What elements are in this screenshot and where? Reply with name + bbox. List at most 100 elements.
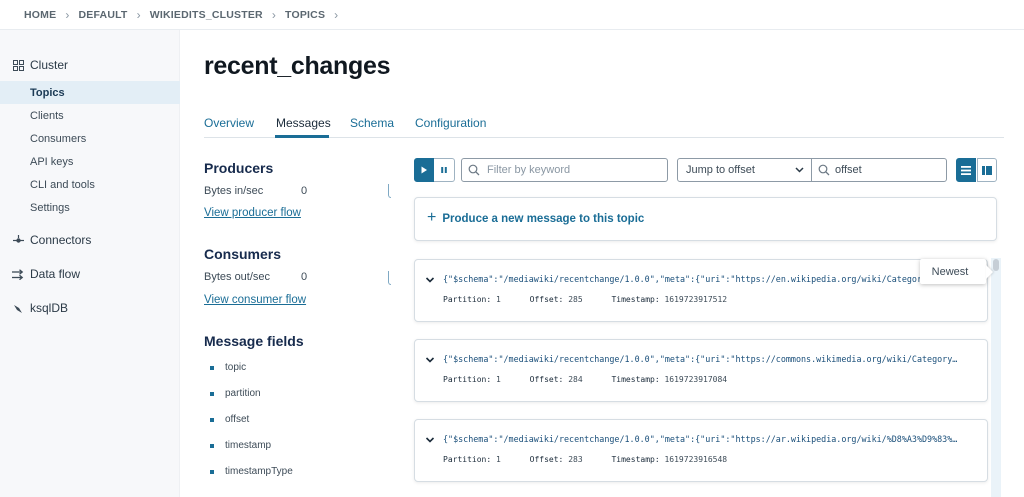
offset-label: Offset:: [529, 295, 564, 304]
play-button[interactable]: [414, 158, 434, 182]
grid-icon: [12, 59, 24, 71]
message-fields-heading: Message fields: [204, 333, 304, 349]
sidebar-item-clients[interactable]: Clients: [0, 104, 180, 127]
offset-value: 285: [568, 295, 583, 304]
timestamp-value: 1619723917084: [664, 375, 728, 384]
filter-input[interactable]: Filter by keyword: [461, 158, 668, 182]
field-label: timestamp: [225, 440, 272, 451]
field-label: offset: [225, 414, 250, 425]
partition-label: Partition:: [443, 375, 492, 384]
message-meta: Partition: 1 Offset: 285 Timestamp: 1619…: [443, 295, 727, 304]
sidebar-section-dataflow[interactable]: Data flow: [0, 264, 180, 284]
bullet-icon: [210, 469, 214, 474]
jump-select[interactable]: Jump to offset: [677, 158, 789, 182]
partition-value: 1: [496, 295, 501, 304]
view-consumer-flow-link[interactable]: View consumer flow: [204, 294, 306, 306]
page-title: recent_changes: [204, 52, 391, 80]
chevron-down-icon[interactable]: [425, 435, 435, 445]
breadcrumb-default[interactable]: DEFAULT: [79, 9, 128, 21]
sidebar-section-cluster[interactable]: Cluster: [0, 55, 180, 75]
bullet-icon: [210, 443, 214, 448]
offset-value: offset: [835, 164, 862, 176]
search-icon: [468, 164, 480, 176]
sidebar-item-topics[interactable]: Topics: [0, 81, 180, 104]
card-view-icon: [982, 165, 992, 175]
field-label: topic: [225, 362, 247, 373]
sidebar-section-label: ksqlDB: [30, 301, 69, 315]
breadcrumb: HOME › DEFAULT › WIKIEDITS_CLUSTER › TOP…: [0, 0, 1024, 30]
bytes-in-label: Bytes in/sec: [204, 185, 264, 197]
sidebar: Cluster Topics Clients Consumers API key…: [0, 30, 180, 497]
list-view-button[interactable]: [956, 158, 976, 182]
bytes-in-value: 0: [301, 185, 308, 197]
view-producer-flow-link[interactable]: View producer flow: [204, 207, 301, 219]
produce-message-label: Produce a new message to this topic: [442, 213, 645, 225]
connectors-icon: [12, 234, 24, 246]
chevron-down-icon[interactable]: [425, 355, 435, 365]
partition-value: 1: [496, 455, 501, 464]
bullet-icon: [210, 417, 214, 422]
play-icon: [421, 166, 427, 174]
offset-value: 283: [568, 455, 583, 464]
plus-icon: +: [427, 209, 437, 226]
produce-message-button[interactable]: + Produce a new message to this topic: [414, 197, 997, 241]
pause-button[interactable]: [434, 158, 455, 182]
message-field-item[interactable]: timestampType: [210, 466, 293, 477]
tab-overview[interactable]: Overview: [204, 116, 254, 130]
timestamp-label: Timestamp:: [611, 295, 660, 304]
tab-configuration[interactable]: Configuration: [415, 116, 486, 130]
message-value: {"$schema":"/mediawiki/recentchange/1.0.…: [443, 354, 958, 364]
message-meta: Partition: 1 Offset: 283 Timestamp: 1619…: [443, 455, 727, 464]
breadcrumb-home[interactable]: HOME: [24, 9, 56, 21]
sidebar-section-ksqldb[interactable]: ksqlDB: [0, 298, 180, 318]
bullet-icon: [210, 391, 214, 396]
offset-label: Offset:: [529, 455, 564, 464]
sidebar-item-cli-and-tools[interactable]: CLI and tools: [0, 173, 180, 196]
sidebar-section-label: Connectors: [30, 233, 92, 247]
tab-messages[interactable]: Messages: [276, 116, 331, 130]
chevron-right-icon: ›: [65, 7, 70, 22]
timestamp-label: Timestamp:: [611, 455, 660, 464]
bytes-out-value: 0: [301, 271, 308, 283]
message-field-item[interactable]: offset: [210, 414, 249, 425]
offset-input[interactable]: offset: [811, 158, 947, 182]
timestamp-value: 1619723917512: [664, 295, 728, 304]
partition-label: Partition:: [443, 455, 492, 464]
consumer-sparkline: [388, 271, 391, 285]
tab-schema[interactable]: Schema: [350, 116, 394, 130]
sidebar-section-connectors[interactable]: Connectors: [0, 230, 180, 250]
message-field-item[interactable]: timestamp: [210, 440, 271, 451]
chevron-down-icon[interactable]: [425, 275, 435, 285]
message-value: {"$schema":"/mediawiki/recentchange/1.0.…: [443, 434, 958, 444]
chevron-right-icon: ›: [271, 7, 277, 22]
message-card[interactable]: {"$schema":"/mediawiki/recentchange/1.0.…: [414, 419, 988, 482]
breadcrumb-cluster[interactable]: WIKIEDITS_CLUSTER: [150, 9, 263, 21]
chevron-right-icon: ›: [136, 7, 141, 22]
sidebar-item-api-keys[interactable]: API keys: [0, 150, 180, 173]
message-field-item[interactable]: partition: [210, 388, 261, 399]
jump-select-toggle[interactable]: [788, 158, 812, 182]
breadcrumb-topics[interactable]: TOPICS: [285, 9, 325, 21]
message-card[interactable]: {"$schema":"/mediawiki/recentchange/1.0.…: [414, 259, 988, 322]
message-meta: Partition: 1 Offset: 284 Timestamp: 1619…: [443, 375, 727, 384]
card-view-button[interactable]: [977, 158, 997, 182]
partition-value: 1: [496, 375, 501, 384]
scrollbar-thumb[interactable]: [993, 259, 999, 271]
sidebar-item-consumers[interactable]: Consumers: [0, 127, 180, 150]
consumers-heading: Consumers: [204, 246, 282, 262]
message-field-item[interactable]: topic: [210, 362, 246, 373]
search-icon: [818, 164, 830, 176]
messages-scrollbar[interactable]: [991, 258, 1001, 497]
timestamp-value: 1619723916548: [664, 455, 728, 464]
chevron-down-icon: [795, 167, 804, 173]
bullet-icon: [210, 365, 214, 370]
sidebar-item-settings[interactable]: Settings: [0, 196, 180, 219]
partition-label: Partition:: [443, 295, 492, 304]
chevron-right-icon: ›: [334, 7, 339, 22]
dataflow-icon: [12, 268, 24, 280]
producer-sparkline: [388, 184, 391, 198]
sidebar-section-label: Data flow: [30, 267, 81, 281]
offset-value: 284: [568, 375, 583, 384]
message-value: {"$schema":"/mediawiki/recentchange/1.0.…: [443, 274, 928, 284]
message-card[interactable]: {"$schema":"/mediawiki/recentchange/1.0.…: [414, 339, 988, 402]
